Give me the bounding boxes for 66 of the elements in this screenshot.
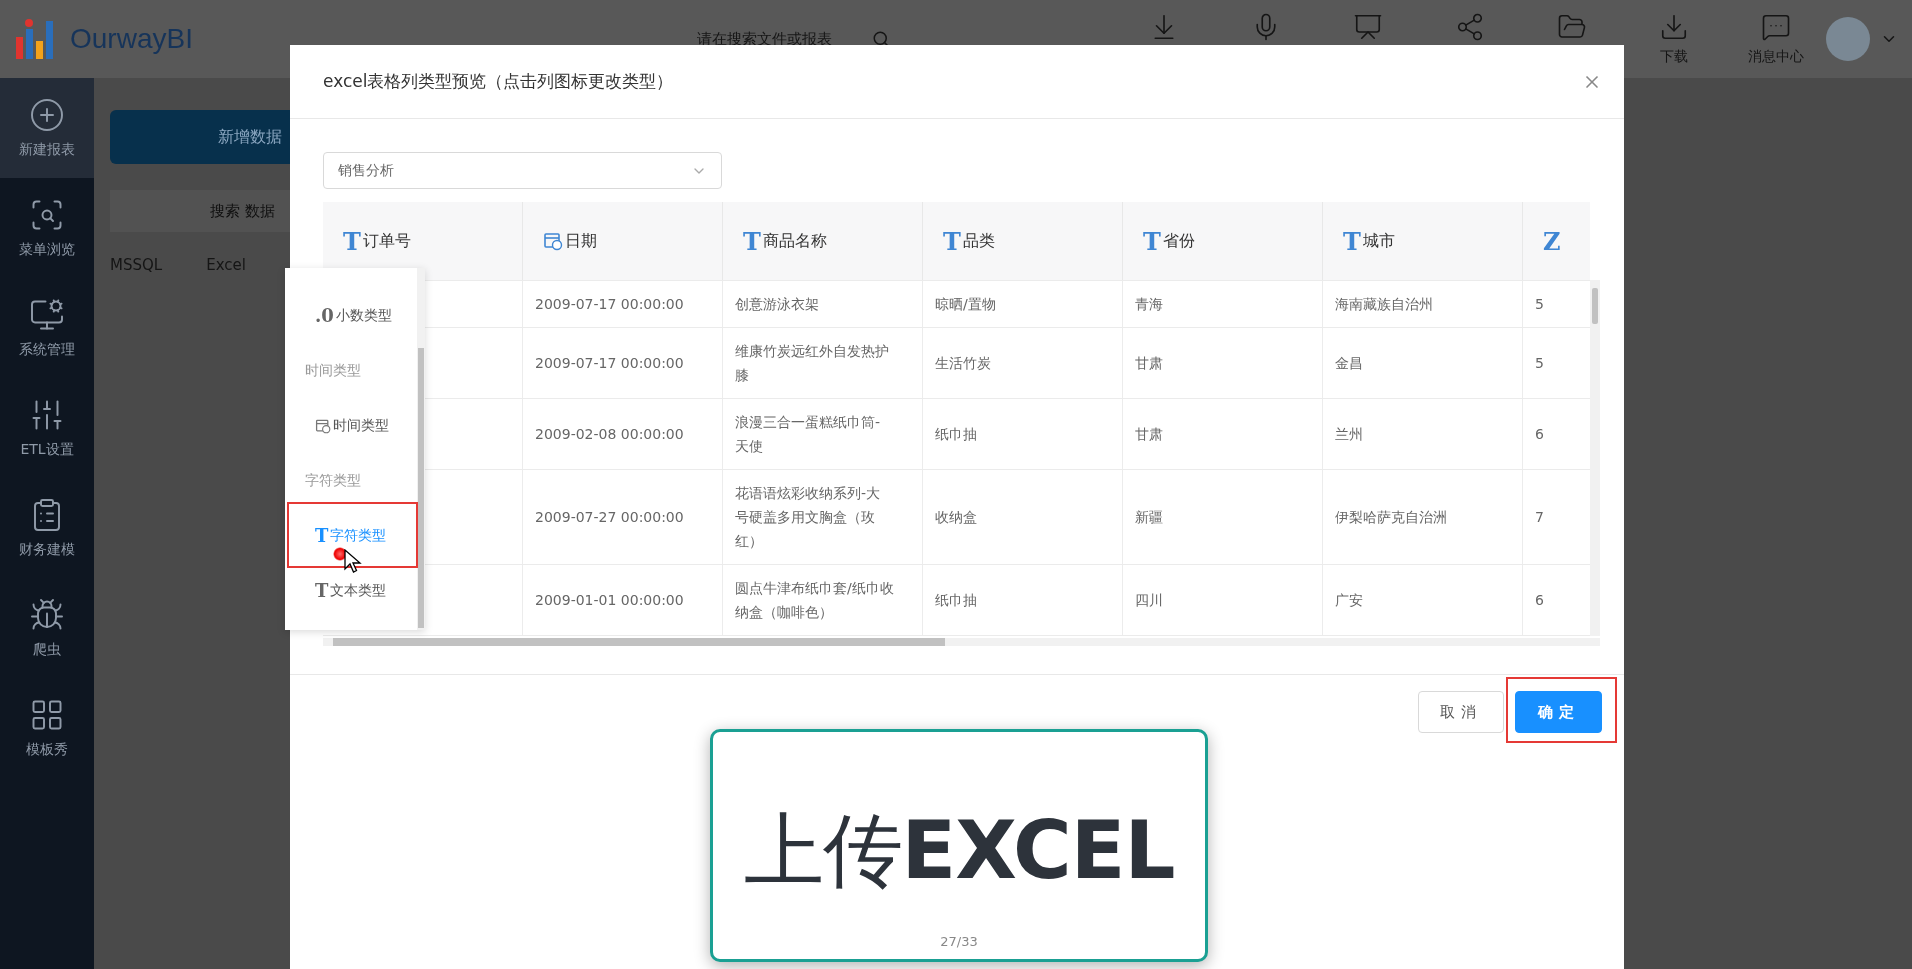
table-cell: 收纳盒 xyxy=(923,470,1123,564)
table-cell: 2009-02-08 00:00:00 xyxy=(523,399,723,469)
sidebar-item[interactable]: 财务建模 xyxy=(0,478,94,578)
scrollbar[interactable] xyxy=(417,268,425,630)
table-cell: 创意游泳衣架 xyxy=(723,281,923,327)
table-cell: 2009-07-27 00:00:00 xyxy=(523,470,723,564)
table-cell: 2009-01-01 00:00:00 xyxy=(523,565,723,635)
table-cell: 晾晒/置物 xyxy=(923,281,1123,327)
table-cell: 2009-07-17 00:00:00 xyxy=(523,328,723,398)
table-cell: 花语语炫彩收纳系列-大号硬盖多用文胸盒（玫红） xyxy=(723,470,923,564)
sidebar-item[interactable]: 新建报表 xyxy=(0,78,94,178)
table-cell: 金昌 xyxy=(1323,328,1523,398)
type-icon: .0 xyxy=(315,305,334,326)
sidebar-item[interactable]: 爬虫 xyxy=(0,578,94,678)
menu-group-label: 字符类型 xyxy=(304,470,362,490)
plus-circle-icon xyxy=(29,97,65,133)
type-icon[interactable]: T xyxy=(743,226,761,256)
sheet-select[interactable]: 销售分析 xyxy=(323,152,722,189)
cursor-icon xyxy=(344,549,362,575)
table-cell: 甘肃 xyxy=(1123,328,1323,398)
table-cell: 兰州 xyxy=(1323,399,1523,469)
table-cell: 纸巾抽 xyxy=(923,399,1123,469)
scrollbar[interactable] xyxy=(323,638,1600,646)
avatar[interactable] xyxy=(1826,17,1870,61)
table-cell: 海南藏族自治州 xyxy=(1323,281,1523,327)
calendar-icon xyxy=(315,417,331,434)
screen-chart-icon[interactable] xyxy=(1353,12,1383,42)
calendar-icon xyxy=(543,231,563,251)
type-icon[interactable]: Z xyxy=(1543,226,1561,256)
table-cell: 伊梨哈萨克自治洲 xyxy=(1323,470,1523,564)
logo-text: OurwayBI xyxy=(70,23,193,55)
table-cell: 新疆 xyxy=(1123,470,1323,564)
sidebar-item[interactable]: 模板秀 xyxy=(0,678,94,778)
search-icon[interactable] xyxy=(871,30,890,48)
table-cell: 维康竹炭远红外自发热护膝 xyxy=(723,328,923,398)
type-icon[interactable]: T xyxy=(343,226,361,256)
table-cell: 浪漫三合一蛋糕纸巾筒-天使 xyxy=(723,399,923,469)
table-cell: 纸巾抽 xyxy=(923,565,1123,635)
slide-heading: 上传EXCEL xyxy=(743,803,1175,899)
message-icon[interactable] xyxy=(1761,12,1791,42)
table-cell: 广安 xyxy=(1323,565,1523,635)
sidebar-item[interactable]: 系统管理 xyxy=(0,278,94,378)
table-cell: 圆点牛津布纸巾套/纸巾收纳盒（咖啡色） xyxy=(723,565,923,635)
table-cell: 2009-07-17 00:00:00 xyxy=(523,281,723,327)
confirm-button[interactable]: 确定 xyxy=(1515,691,1602,733)
cancel-button[interactable]: 取消 xyxy=(1418,691,1504,733)
type-icon[interactable]: T xyxy=(1143,226,1161,256)
sidebar-item[interactable]: 菜单浏览 xyxy=(0,178,94,278)
table-cell: 甘肃 xyxy=(1123,399,1323,469)
scrollbar[interactable] xyxy=(1590,280,1600,636)
type-icon[interactable]: T xyxy=(1343,226,1361,256)
table-cell: 青海 xyxy=(1123,281,1323,327)
add-datasource-button[interactable]: 新增数据 xyxy=(110,110,290,164)
dialog-title: excel表格列类型预览（点击列图标更改类型） xyxy=(323,70,674,93)
table-cell: 四川 xyxy=(1123,565,1323,635)
share-icon[interactable] xyxy=(1455,12,1485,42)
menu-option[interactable]: 时间类型 xyxy=(285,398,425,453)
type-icon: T xyxy=(315,525,329,546)
menu-group-label: 时间类型 xyxy=(304,360,362,380)
type-icon: T xyxy=(315,580,329,601)
column-header[interactable]: 日期 xyxy=(523,202,723,280)
type-icon[interactable]: T xyxy=(943,226,961,256)
table-cell: 生活竹炭 xyxy=(923,328,1123,398)
download-icon[interactable] xyxy=(1659,12,1689,42)
page-number: 27/33 xyxy=(940,934,978,949)
sidebar-item[interactable]: ETL设置 xyxy=(0,378,94,478)
